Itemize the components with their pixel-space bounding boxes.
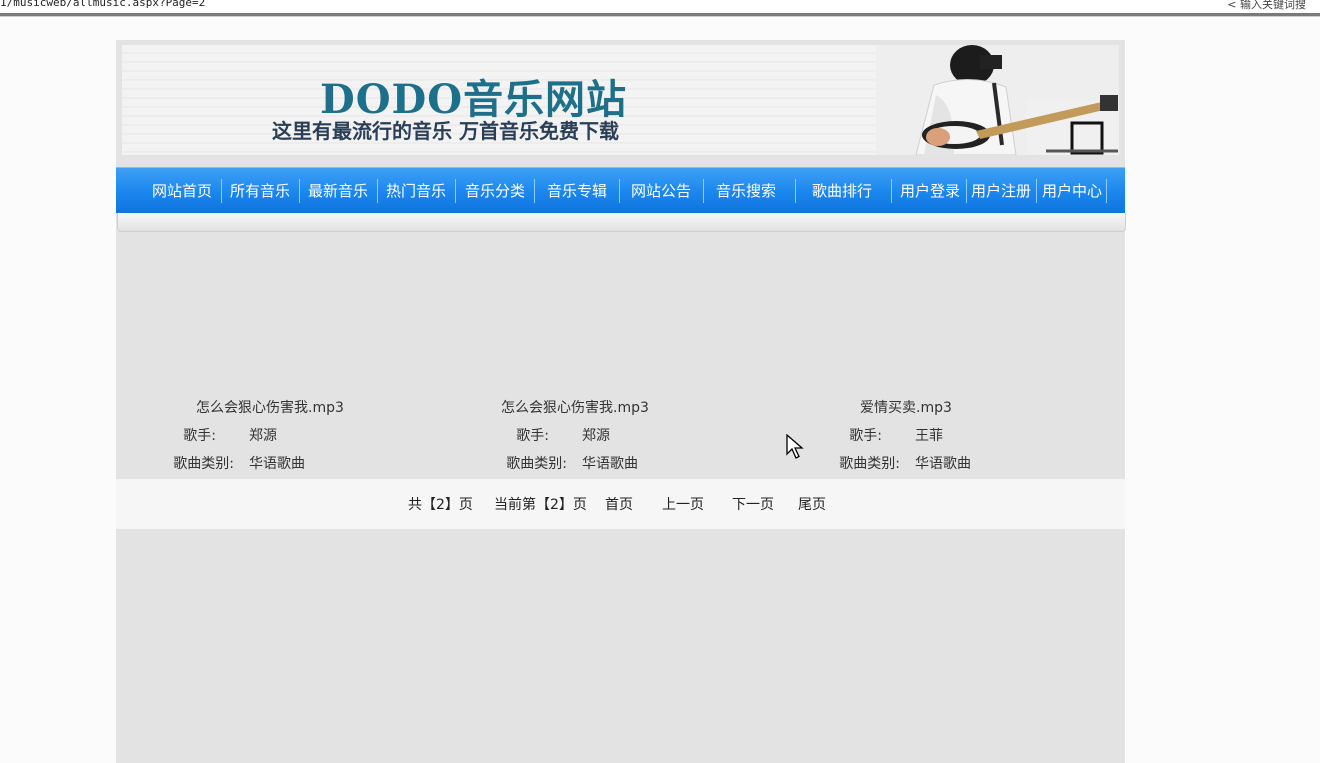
category-label: 歌曲类别: — [506, 456, 567, 472]
nav-music-search[interactable]: 音乐搜索 — [710, 178, 782, 204]
nav-all-music[interactable]: 所有音乐 — [224, 178, 296, 204]
nav-latest-music[interactable]: 最新音乐 — [302, 178, 374, 204]
nav-separator — [891, 179, 892, 203]
nav-user-register[interactable]: 用户注册 — [967, 178, 1035, 204]
main-nav: 网站首页 所有音乐 最新音乐 热门音乐 音乐分类 音乐专辑 网站公告 音乐搜索 … — [116, 167, 1125, 213]
singer-name: 王菲 — [915, 428, 943, 444]
song-title[interactable]: 怎么会狠心伤害我.mp3 — [120, 397, 420, 417]
nav-separator — [455, 179, 456, 203]
first-page-link[interactable]: 首页 — [605, 494, 633, 514]
nav-home[interactable]: 网站首页 — [146, 178, 218, 204]
browser-divider-light — [0, 16, 1320, 17]
prev-page-link[interactable]: 上一页 — [662, 494, 704, 514]
nav-announcements[interactable]: 网站公告 — [625, 178, 697, 204]
nav-user-login[interactable]: 用户登录 — [896, 178, 964, 204]
pagination-bar: 共【2】页 当前第【2】页 首页 上一页 下一页 尾页 — [116, 479, 1125, 529]
nav-separator — [1106, 179, 1107, 203]
nav-separator — [377, 179, 378, 203]
nav-user-center[interactable]: 用户中心 — [1038, 178, 1106, 204]
nav-separator — [299, 179, 300, 203]
nav-separator — [703, 179, 704, 203]
guitarist-photo — [876, 45, 1119, 155]
nav-separator — [619, 179, 620, 203]
singer-label: 歌手: — [516, 428, 549, 444]
page-total: 共【2】页 — [408, 497, 473, 513]
mouse-pointer-icon — [786, 434, 804, 459]
nav-music-album[interactable]: 音乐专辑 — [541, 178, 613, 204]
browser-search-hint[interactable]: < 输入关键词搜 — [1227, 0, 1306, 12]
nav-separator — [221, 179, 222, 203]
next-page-link[interactable]: 下一页 — [732, 494, 774, 514]
song-title[interactable]: 怎么会狠心伤害我.mp3 — [425, 397, 725, 417]
singer-label: 歌手: — [183, 428, 216, 444]
nav-hot-music[interactable]: 热门音乐 — [380, 178, 452, 204]
category-label: 歌曲类别: — [173, 456, 234, 472]
category-value: 华语歌曲 — [249, 456, 305, 472]
singer-name: 郑源 — [249, 428, 277, 444]
song-title[interactable]: 爱情买卖.mp3 — [756, 397, 1056, 417]
last-page-link[interactable]: 尾页 — [798, 494, 826, 514]
nav-sub-bar — [117, 213, 1126, 232]
nav-separator — [795, 179, 796, 203]
browser-address-strip: 1/musicweb/allmusic.aspx?Page=2 < 输入关键词搜 — [0, 0, 1320, 12]
site-slogan: 这里有最流行的音乐 万首音乐免费下载 — [272, 119, 619, 143]
address-url[interactable]: 1/musicweb/allmusic.aspx?Page=2 — [0, 0, 205, 9]
singer-name: 郑源 — [582, 428, 610, 444]
category-value: 华语歌曲 — [915, 456, 971, 472]
nav-separator — [1036, 179, 1037, 203]
category-value: 华语歌曲 — [582, 456, 638, 472]
page-current: 当前第【2】页 — [494, 497, 587, 513]
page-container: DODO音乐网站 这里有最流行的音乐 万首音乐免费下载 网站首页 所有音乐 最新… — [116, 40, 1126, 763]
nav-separator — [534, 179, 535, 203]
site-banner: DODO音乐网站 这里有最流行的音乐 万首音乐免费下载 — [122, 45, 1119, 155]
nav-music-category[interactable]: 音乐分类 — [459, 178, 531, 204]
nav-song-ranking[interactable]: 歌曲排行 — [806, 178, 878, 204]
